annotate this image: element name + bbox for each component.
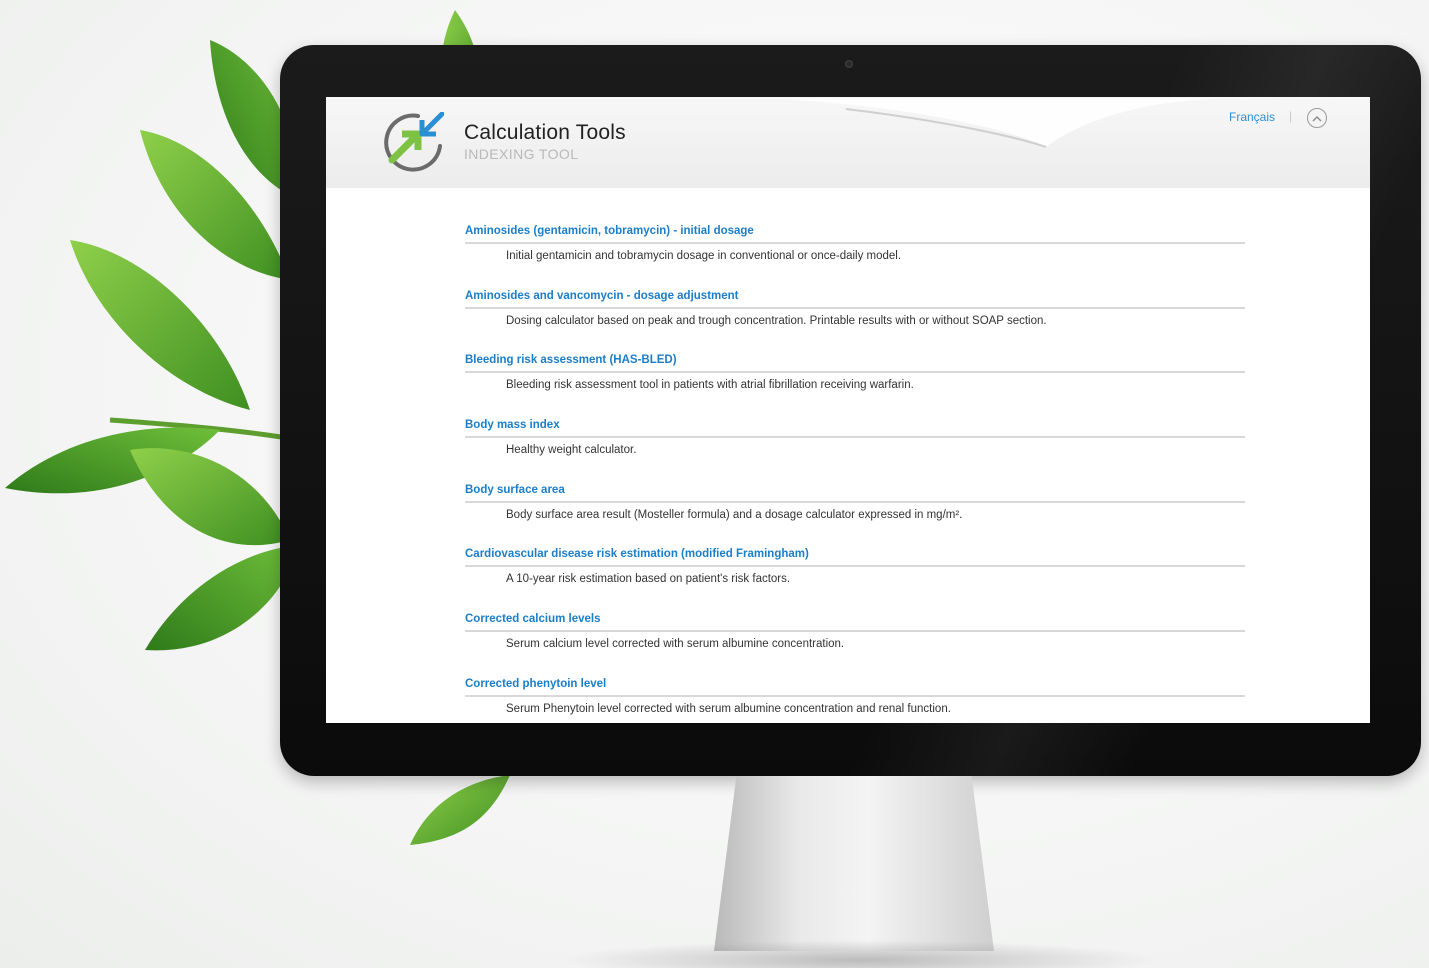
tool-description: Healthy weight calculator. (506, 444, 637, 457)
marketing-scene: Calculation Tools INDEXING TOOL Français… (0, 0, 1429, 968)
tool-description: Bleeding risk assessment tool in patient… (506, 379, 914, 392)
camera-icon (845, 60, 853, 68)
screen: Calculation Tools INDEXING TOOL Français… (326, 97, 1370, 723)
scroll-up-button[interactable] (1307, 108, 1327, 128)
tool-link[interactable]: Aminosides (gentamicin, tobramycin) - in… (465, 225, 1245, 244)
page-header: Calculation Tools INDEXING TOOL Français… (326, 97, 1370, 188)
tool-description: Serum calcium level corrected with serum… (506, 638, 845, 651)
tools-list: Aminosides (gentamicin, tobramycin) - in… (465, 225, 1245, 723)
header-separator: | (1289, 109, 1293, 123)
app-title: Calculation Tools (464, 121, 626, 144)
tool-link[interactable]: Body surface area (465, 484, 1245, 503)
header-swoosh-decoration (786, 99, 1206, 148)
monitor-stand (714, 776, 994, 951)
tool-link[interactable]: Corrected phenytoin level (465, 678, 1245, 697)
tool-item: Body surface area Body surface area resu… (465, 484, 1245, 549)
tool-item: Aminosides (gentamicin, tobramycin) - in… (465, 225, 1245, 290)
tool-item: Aminosides and vancomycin - dosage adjus… (465, 290, 1245, 355)
tool-item: Corrected calcium levels Serum calcium l… (465, 613, 1245, 678)
tool-item: Body mass index Healthy weight calculato… (465, 419, 1245, 484)
language-toggle-link[interactable]: Français (1229, 110, 1275, 124)
tool-item: Bleeding risk assessment (HAS-BLED) Blee… (465, 354, 1245, 419)
tool-link[interactable]: Cardiovascular disease risk estimation (… (465, 548, 1245, 568)
tool-description: Initial gentamicin and tobramycin dosage… (506, 250, 902, 262)
tool-link[interactable]: Corrected calcium levels (465, 613, 1245, 633)
tool-link[interactable]: Bleeding risk assessment (HAS-BLED) (465, 354, 1245, 374)
calculation-tools-logo-icon (384, 112, 444, 172)
tool-link[interactable]: Body mass index (465, 419, 1245, 439)
tool-description: A 10-year risk estimation based on patie… (506, 573, 791, 586)
tool-description: Body surface area result (Mosteller form… (506, 508, 963, 521)
chevron-up-icon (1312, 115, 1322, 121)
tool-description: Serum Phenytoin level corrected with ser… (506, 702, 951, 715)
tool-link[interactable]: Aminosides and vancomycin - dosage adjus… (465, 290, 1245, 309)
stand-shadow (560, 940, 1160, 968)
tool-item: Corrected phenytoin level Serum Phenytoi… (465, 678, 1245, 723)
app-subtitle: INDEXING TOOL (464, 146, 579, 162)
tool-item: Cardiovascular disease risk estimation (… (465, 548, 1245, 613)
tool-description: Dosing calculator based on peak and trou… (506, 314, 1047, 327)
